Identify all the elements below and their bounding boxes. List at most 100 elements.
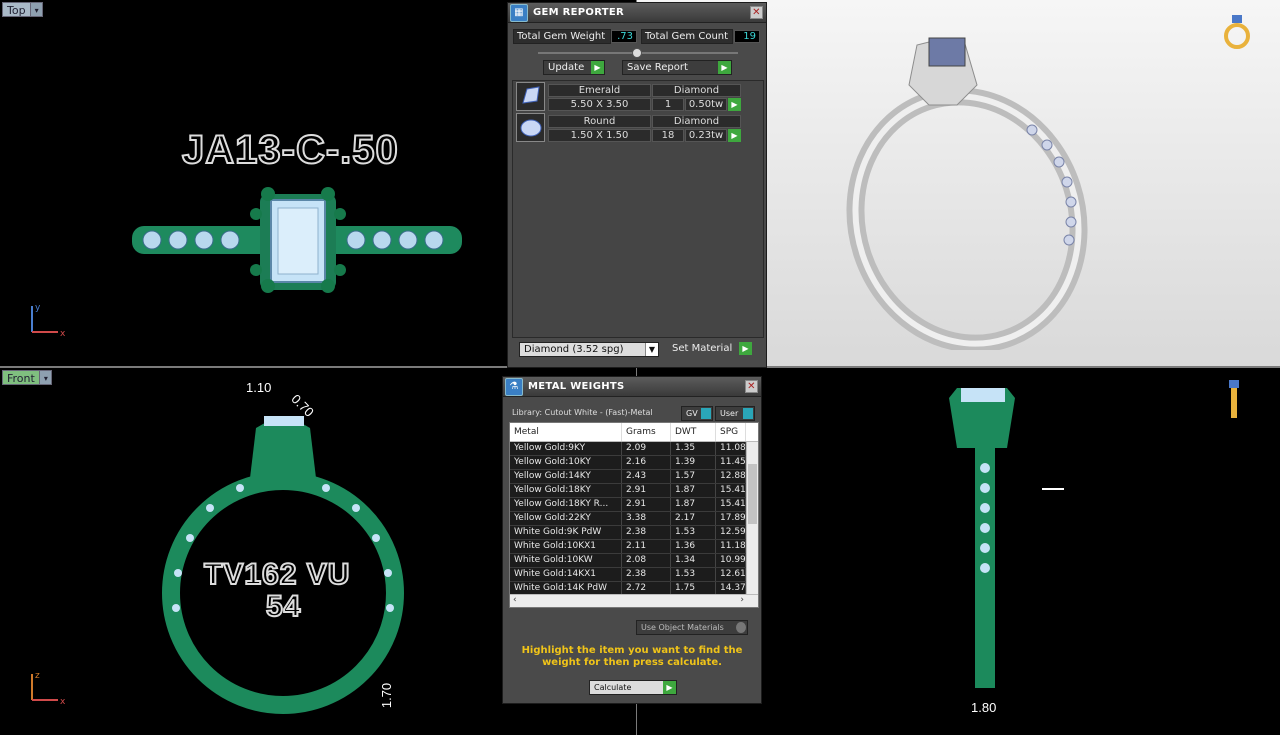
table-row[interactable]: Yellow Gold:18KY R... 2.91 1.87 15.41 <box>510 498 758 512</box>
chevron-down-icon[interactable]: ▾ <box>29 3 42 16</box>
table-cell: 3.38 <box>622 512 671 525</box>
svg-text:z: z <box>35 671 40 681</box>
checkbox-icon <box>736 622 746 633</box>
close-icon[interactable]: ✕ <box>745 380 758 393</box>
dimension-prong-width: 1.10 <box>246 380 272 395</box>
user-toggle[interactable]: User <box>715 406 755 421</box>
table-cell: 15.41 <box>716 498 746 511</box>
play-icon: ▶ <box>739 342 752 355</box>
table-row[interactable]: White Gold:14KX1 2.38 1.53 12.61 <box>510 568 758 582</box>
total-gem-weight-label: Total Gem Weight <box>513 29 611 44</box>
scroll-right-icon[interactable]: › <box>740 595 744 605</box>
ring-top-view <box>132 187 462 293</box>
metal-weights-titlebar[interactable]: ⚗ METAL WEIGHTS ✕ <box>503 377 761 397</box>
gem-weight: 0.50tw <box>685 98 727 111</box>
table-row[interactable]: White Gold:9K PdW 2.38 1.53 12.59 <box>510 526 758 540</box>
update-button[interactable]: Update ▶ <box>543 60 605 75</box>
column-header[interactable]: Metal <box>510 423 622 441</box>
table-cell: 12.61 <box>716 568 746 581</box>
table-cell: Yellow Gold:22KY <box>510 512 622 525</box>
total-gem-count-label: Total Gem Count <box>641 29 733 44</box>
svg-text:x: x <box>60 329 66 339</box>
horizontal-scrollbar[interactable]: ‹ › <box>510 594 758 607</box>
table-row[interactable]: Yellow Gold:14KY 2.43 1.57 12.88 <box>510 470 758 484</box>
gem-size: 1.50 X 1.50 <box>548 129 651 142</box>
toggle-icon <box>701 408 711 419</box>
gem-count: 1 <box>652 98 684 111</box>
gem-row[interactable]: Emerald Diamond 5.50 X 3.50 1 0.50tw ▶ <box>513 81 763 112</box>
ring-icon[interactable] <box>1222 12 1252 52</box>
table-cell: 11.18 <box>716 540 746 553</box>
table-row[interactable]: Yellow Gold:10KY 2.16 1.39 11.45 <box>510 456 758 470</box>
table-cell: 2.38 <box>622 526 671 539</box>
scrollbar-thumb[interactable] <box>748 464 757 524</box>
set-material-button[interactable]: Set Material ▶ <box>668 342 752 357</box>
gem-reporter-titlebar[interactable]: ▦ GEM REPORTER ✕ <box>508 3 766 23</box>
table-cell: 2.11 <box>622 540 671 553</box>
table-cell: White Gold:14KX1 <box>510 568 622 581</box>
table-cell: 1.87 <box>671 498 716 511</box>
gem-row-go-button[interactable]: ▶ <box>728 98 741 111</box>
table-cell: Yellow Gold:18KY <box>510 484 622 497</box>
table-cell: 1.87 <box>671 484 716 497</box>
table-cell: 12.88 <box>716 470 746 483</box>
column-header[interactable]: DWT <box>671 423 716 441</box>
gv-toggle[interactable]: GV <box>681 406 713 421</box>
table-row[interactable]: White Gold:10KW 2.08 1.34 10.99 <box>510 554 758 568</box>
ring-perspective-render <box>846 37 1088 350</box>
column-header[interactable]: SPG <box>716 423 746 441</box>
table-row[interactable]: Yellow Gold:9KY 2.09 1.35 11.08 <box>510 442 758 456</box>
gem-row-go-button[interactable]: ▶ <box>728 129 741 142</box>
panel-slider[interactable] <box>538 48 738 58</box>
slider-thumb[interactable] <box>632 48 642 58</box>
table-cell: White Gold:10KW <box>510 554 622 567</box>
column-header[interactable]: Grams <box>622 423 671 441</box>
gem-count: 18 <box>652 129 684 142</box>
svg-text:x: x <box>60 697 66 707</box>
engraving-text-top: JA13-C-.50 <box>181 127 399 173</box>
chevron-down-icon: ▼ <box>645 343 658 356</box>
table-cell: 12.59 <box>716 526 746 539</box>
table-cell: 1.39 <box>671 456 716 469</box>
table-cell: 10.99 <box>716 554 746 567</box>
viewport-label-top[interactable]: Top ▾ <box>2 2 43 17</box>
play-icon: ▶ <box>663 681 676 694</box>
calculate-button[interactable]: Calculate ▶ <box>589 680 677 695</box>
save-report-button[interactable]: Save Report ▶ <box>622 60 732 75</box>
table-cell: 15.41 <box>716 484 746 497</box>
table-header: Metal Grams DWT SPG <box>510 423 758 442</box>
svg-text:y: y <box>35 303 41 313</box>
round-cut-icon <box>516 113 545 142</box>
prong-icon[interactable] <box>1224 378 1244 422</box>
table-cell: 2.91 <box>622 484 671 497</box>
play-icon: ▶ <box>718 61 731 74</box>
engraving-text-front-1: TV162 VU <box>203 557 351 592</box>
close-icon[interactable]: ✕ <box>750 6 763 19</box>
table-cell: 2.17 <box>671 512 716 525</box>
table-cell: 1.34 <box>671 554 716 567</box>
table-row[interactable]: Yellow Gold:18KY 2.91 1.87 15.41 <box>510 484 758 498</box>
table-cell: Yellow Gold:18KY R... <box>510 498 622 511</box>
engraving-text-front-2: 54 <box>265 589 302 624</box>
table-cell: 1.36 <box>671 540 716 553</box>
gem-shape: Emerald <box>548 84 651 97</box>
axis-line <box>1042 488 1064 490</box>
scroll-left-icon[interactable]: ‹ <box>513 595 517 605</box>
viewport-label-front[interactable]: Front ▾ <box>2 370 52 385</box>
table-cell: 11.45 <box>716 456 746 469</box>
material-select[interactable]: Diamond (3.52 spg) ▼ <box>519 342 659 357</box>
table-row[interactable]: White Gold:10KX1 2.11 1.36 11.18 <box>510 540 758 554</box>
axis-gizmo-icon: zx <box>31 671 66 707</box>
table-cell: 2.16 <box>622 456 671 469</box>
use-object-materials-checkbox[interactable]: Use Object Materials <box>636 620 748 635</box>
gem-list: Emerald Diamond 5.50 X 3.50 1 0.50tw ▶ R… <box>512 80 764 338</box>
gem-shape: Round <box>548 115 651 128</box>
table-row[interactable]: Yellow Gold:22KY 3.38 2.17 17.89 <box>510 512 758 526</box>
gem-row[interactable]: Round Diamond 1.50 X 1.50 18 0.23tw ▶ <box>513 112 763 143</box>
table-cell: 2.91 <box>622 498 671 511</box>
vertical-scrollbar[interactable] <box>746 442 758 596</box>
table-cell: Yellow Gold:9KY <box>510 442 622 455</box>
total-gem-weight-value: .73 <box>611 30 637 43</box>
chevron-down-icon[interactable]: ▾ <box>38 371 51 384</box>
gem-weight: 0.23tw <box>685 129 727 142</box>
